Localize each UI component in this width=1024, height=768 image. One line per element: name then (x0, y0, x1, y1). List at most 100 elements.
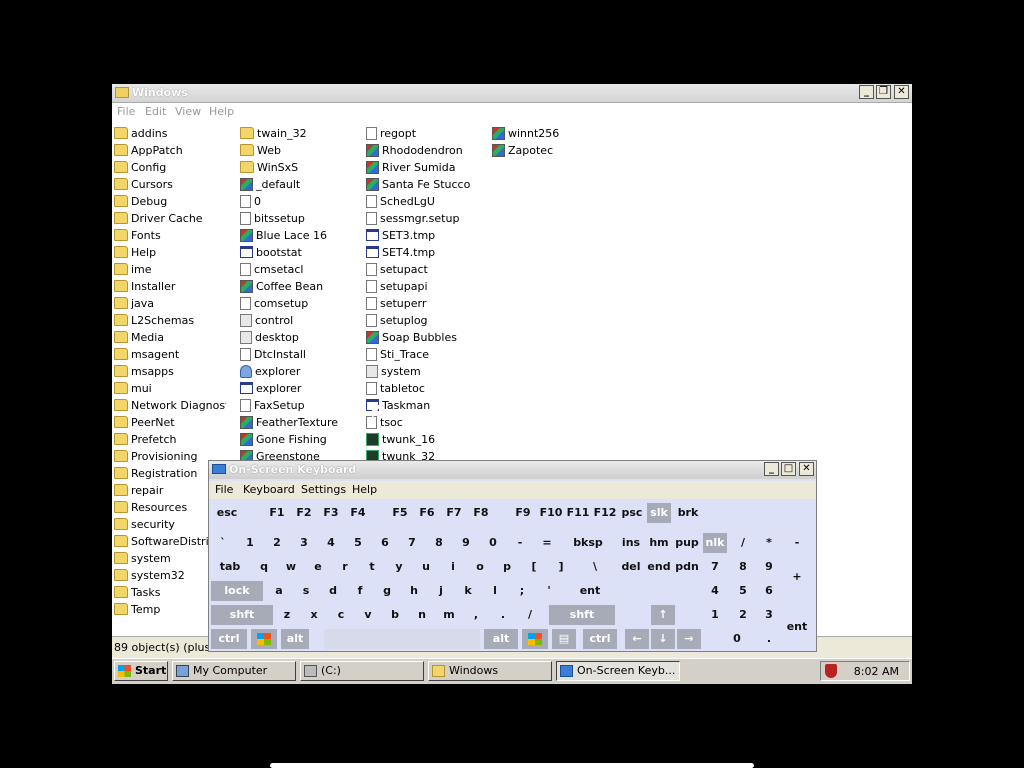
key[interactable]: 5 (346, 533, 370, 553)
key[interactable]: shft (549, 605, 615, 625)
key[interactable]: del (619, 557, 643, 577)
key[interactable]: 2 (265, 533, 289, 553)
key[interactable]: hm (647, 533, 671, 553)
file-item[interactable]: addins (114, 125, 226, 142)
key[interactable]: ` (211, 533, 235, 553)
key[interactable]: \ (576, 557, 614, 577)
key[interactable]: ' (537, 581, 561, 601)
key[interactable]: F9 (511, 503, 535, 523)
key[interactable]: ; (510, 581, 534, 601)
file-item[interactable]: Soap Bubbles (366, 329, 486, 346)
file-item[interactable]: L2Schemas (114, 312, 226, 329)
file-item[interactable]: desktop (240, 329, 360, 346)
osk-menu-file[interactable]: File (215, 483, 233, 496)
key[interactable]: shft (211, 605, 273, 625)
key[interactable]: u (414, 557, 438, 577)
spacebar-key[interactable] (324, 629, 480, 649)
file-item[interactable]: comsetup (240, 295, 360, 312)
file-item[interactable]: winnt256 (492, 125, 612, 142)
file-item[interactable]: setuplog (366, 312, 486, 329)
key[interactable]: 1 (703, 605, 727, 625)
key[interactable]: nlk (703, 533, 727, 553)
file-item[interactable]: setupact (366, 261, 486, 278)
file-item[interactable]: mui (114, 380, 226, 397)
key[interactable]: g (375, 581, 399, 601)
close-button[interactable]: ✕ (894, 85, 909, 99)
file-item[interactable]: tabletoc (366, 380, 486, 397)
key[interactable]: / (518, 605, 542, 625)
file-item[interactable]: Taskman (366, 397, 486, 414)
osk-titlebar[interactable]: On-Screen Keyboard _ □ ✕ (209, 461, 816, 479)
osk-minimize-button[interactable]: _ (764, 462, 779, 476)
key[interactable]: brk (675, 503, 701, 523)
up-arrow-key-icon[interactable]: ↑ (651, 605, 675, 625)
key[interactable]: = (535, 533, 559, 553)
file-item[interactable]: twunk_16 (366, 431, 486, 448)
key[interactable]: alt (281, 629, 309, 649)
file-item[interactable]: SET4.tmp (366, 244, 486, 261)
file-item[interactable]: Help (114, 244, 226, 261)
file-item[interactable]: Cursors (114, 176, 226, 193)
file-item[interactable]: bootstat (240, 244, 360, 261)
key[interactable]: l (483, 581, 507, 601)
right-arrow-key-icon[interactable]: → (677, 629, 701, 649)
key[interactable]: 8 (427, 533, 451, 553)
key[interactable]: 8 (731, 557, 755, 577)
key[interactable]: q (252, 557, 276, 577)
key[interactable]: z (275, 605, 299, 625)
key[interactable]: psc (619, 503, 645, 523)
key[interactable]: 1 (238, 533, 262, 553)
file-item[interactable]: Driver Cache (114, 210, 226, 227)
key[interactable]: ins (619, 533, 643, 553)
key[interactable]: k (456, 581, 480, 601)
file-item[interactable]: Network Diagnostic (114, 397, 226, 414)
key[interactable]: 0 (719, 629, 755, 649)
key[interactable]: alt (484, 629, 518, 649)
key[interactable]: 9 (454, 533, 478, 553)
key[interactable]: y (387, 557, 411, 577)
file-item[interactable]: Debug (114, 193, 226, 210)
key[interactable]: e (306, 557, 330, 577)
osk-menu-settings[interactable]: Settings (301, 483, 346, 496)
key[interactable]: [ (522, 557, 546, 577)
key[interactable]: F11 (565, 503, 591, 523)
file-item[interactable]: twain_32 (240, 125, 360, 142)
key[interactable]: a (267, 581, 291, 601)
key[interactable]: i (441, 557, 465, 577)
key[interactable]: p (495, 557, 519, 577)
key[interactable]: F12 (592, 503, 618, 523)
key[interactable]: 9 (757, 557, 781, 577)
key[interactable]: n (410, 605, 434, 625)
key[interactable]: end (647, 557, 671, 577)
file-item[interactable]: sessmgr.setup (366, 210, 486, 227)
file-item[interactable]: tsoc (366, 414, 486, 431)
taskbar-item-my-computer[interactable]: My Computer (172, 661, 296, 681)
key[interactable]: 5 (731, 581, 755, 601)
file-item[interactable]: Prefetch (114, 431, 226, 448)
key[interactable]: F1 (265, 503, 289, 523)
file-item[interactable]: DtcInstall (240, 346, 360, 363)
windows-logo-key-icon[interactable] (522, 629, 548, 649)
key[interactable]: tab (211, 557, 249, 577)
key[interactable]: , (464, 605, 488, 625)
file-item[interactable]: setupapi (366, 278, 486, 295)
file-item[interactable]: bitssetup (240, 210, 360, 227)
key[interactable]: x (302, 605, 326, 625)
key[interactable]: 0 (481, 533, 505, 553)
file-item[interactable]: Fonts (114, 227, 226, 244)
key[interactable]: c (329, 605, 353, 625)
key[interactable]: v (356, 605, 380, 625)
key[interactable]: 7 (400, 533, 424, 553)
menu-key-icon[interactable]: ▤ (552, 629, 576, 649)
key[interactable]: 7 (703, 557, 727, 577)
file-item[interactable]: Coffee Bean (240, 278, 360, 295)
file-item[interactable]: control (240, 312, 360, 329)
key[interactable]: 3 (292, 533, 316, 553)
key[interactable]: 4 (319, 533, 343, 553)
file-item[interactable]: 0 (240, 193, 360, 210)
menu-file[interactable]: File (117, 105, 135, 118)
key[interactable]: o (468, 557, 492, 577)
file-item[interactable]: msapps (114, 363, 226, 380)
key[interactable]: 6 (757, 581, 781, 601)
file-item[interactable]: system (366, 363, 486, 380)
